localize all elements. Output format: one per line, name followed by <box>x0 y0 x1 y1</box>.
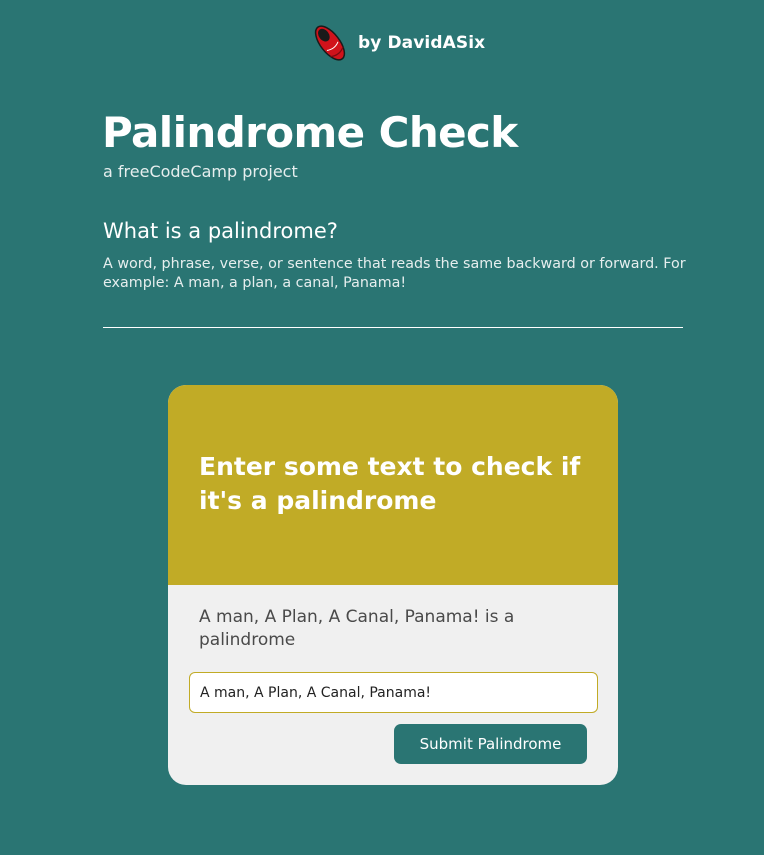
result-text: A man, A Plan, A Canal, Panama! is a pal… <box>199 607 515 650</box>
palindrome-checker-card: Enter some text to check if it's a palin… <box>168 385 618 785</box>
card-header: Enter some text to check if it's a palin… <box>168 385 618 585</box>
red-shoe-logo-icon <box>314 25 346 61</box>
checker-prompt: Enter some text to check if it's a palin… <box>199 452 581 515</box>
author-brand: by DavidASix <box>310 20 485 66</box>
section-title: What is a palindrome? <box>103 219 338 243</box>
author-name: by DavidASix <box>358 33 486 53</box>
page-title: Palindrome Check <box>102 108 518 157</box>
page-subtitle: a freeCodeCamp project <box>103 162 298 181</box>
palindrome-text-input[interactable] <box>189 672 598 713</box>
divider <box>103 327 683 328</box>
submit-palindrome-button[interactable]: Submit Palindrome <box>394 724 587 764</box>
palindrome-definition: A word, phrase, verse, or sentence that … <box>103 256 686 291</box>
